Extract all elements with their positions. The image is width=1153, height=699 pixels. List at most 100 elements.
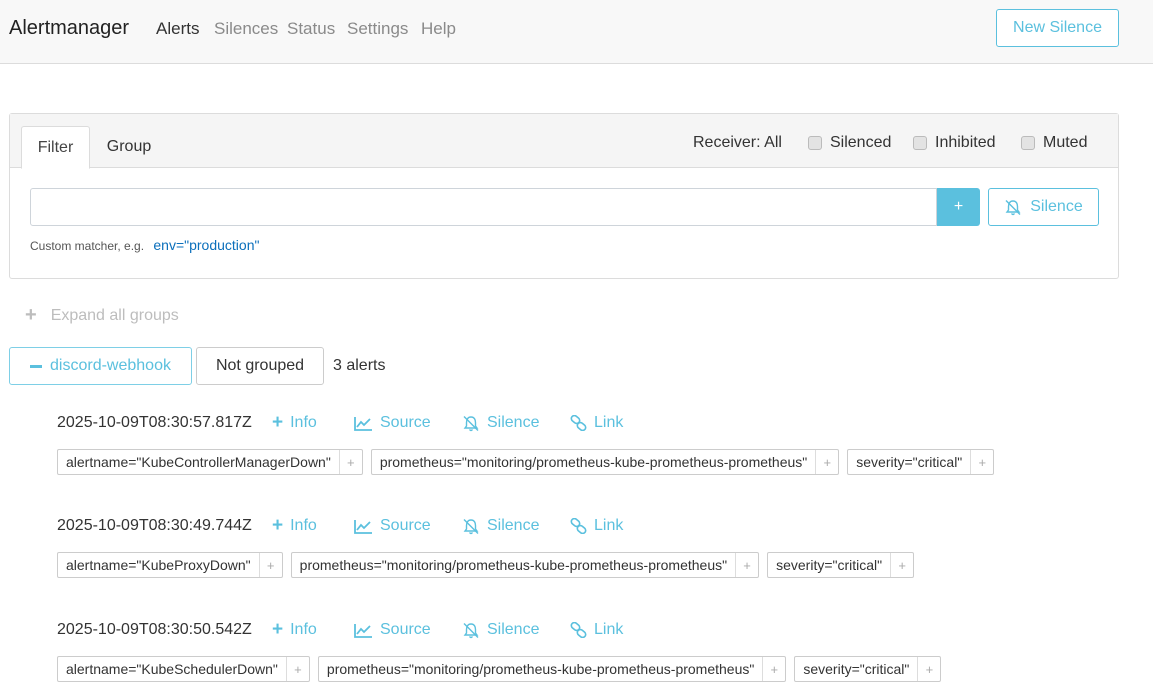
label-list: alertname="KubeProxyDown" + prometheus="m… — [57, 552, 922, 578]
alert-item: 2025-10-09T08:30:50.542Z + Info Source S… — [57, 616, 1057, 696]
silenced-checkbox[interactable]: Silenced — [808, 134, 891, 152]
brand[interactable]: Alertmanager — [9, 17, 129, 40]
link-label: Link — [594, 414, 624, 431]
info-button[interactable]: + Info — [272, 516, 317, 535]
label-add-button[interactable]: + — [917, 657, 940, 681]
link-label: Link — [594, 621, 624, 638]
plus-icon: + — [25, 304, 37, 326]
source-label: Source — [380, 414, 431, 431]
silence-filter-label: Silence — [1030, 198, 1083, 215]
new-silence-button[interactable]: New Silence — [996, 9, 1119, 47]
label-alertname: alertname="KubeProxyDown" + — [57, 552, 283, 578]
label-add-button[interactable]: + — [970, 450, 993, 474]
label-severity: severity="critical" + — [794, 656, 942, 682]
bell-slash-icon — [463, 622, 479, 638]
expand-all-label: Expand all groups — [50, 306, 179, 324]
label-add-button[interactable]: + — [890, 553, 913, 577]
inhibited-checkbox-box[interactable] — [913, 136, 927, 150]
group-toggle-discord-webhook[interactable]: discord-webhook — [9, 347, 192, 385]
link-button[interactable]: Link — [570, 414, 623, 432]
label-text[interactable]: prometheus="monitoring/prometheus-kube-p… — [319, 657, 762, 681]
matcher-hint: Custom matcher, e.g. env="production" — [30, 237, 259, 253]
nav-help[interactable]: Help — [421, 19, 456, 39]
silenced-checkbox-box[interactable] — [808, 136, 822, 150]
silence-label: Silence — [487, 517, 540, 534]
alert-count: 3 alerts — [333, 357, 386, 374]
silenced-label: Silenced — [830, 134, 892, 151]
silence-button[interactable]: Silence — [462, 414, 539, 432]
source-button[interactable]: Source — [354, 621, 431, 639]
bell-slash-icon — [463, 518, 479, 534]
label-add-button[interactable]: + — [338, 450, 362, 474]
silence-button[interactable]: Silence — [462, 621, 539, 639]
bell-slash-icon — [463, 415, 479, 431]
link-icon — [570, 518, 587, 534]
filter-card-header: Filter Group Receiver: All Silenced Inhi… — [10, 114, 1118, 169]
label-text[interactable]: alertname="KubeControllerManagerDown" — [58, 450, 339, 474]
source-button[interactable]: Source — [354, 414, 431, 432]
label-prometheus: prometheus="monitoring/prometheus-kube-p… — [317, 656, 787, 682]
tab-filter[interactable]: Filter — [21, 126, 90, 169]
silence-button[interactable]: Silence — [462, 517, 539, 535]
info-button[interactable]: + Info — [272, 619, 317, 640]
source-label: Source — [380, 517, 431, 534]
tab-group[interactable]: Group — [98, 126, 160, 168]
silence-label: Silence — [487, 414, 540, 431]
muted-checkbox[interactable]: Muted — [1021, 134, 1087, 152]
minus-icon — [30, 364, 43, 368]
label-alertname: alertname="KubeControllerManagerDown" + — [57, 449, 363, 475]
navbar: Alertmanager Alerts Silences Status Sett… — [0, 0, 1153, 64]
receiver-select[interactable]: Receiver: All — [693, 134, 782, 152]
expand-all-groups[interactable]: + Expand all groups — [25, 304, 179, 327]
label-prometheus: prometheus="monitoring/prometheus-kube-p… — [290, 552, 760, 578]
not-grouped-button[interactable]: Not grouped — [196, 347, 324, 385]
label-add-button[interactable]: + — [258, 553, 282, 577]
muted-checkbox-box[interactable] — [1021, 136, 1035, 150]
plus-icon: + — [272, 412, 284, 433]
link-icon — [570, 415, 587, 431]
link-label: Link — [594, 517, 624, 534]
label-add-button[interactable]: + — [815, 450, 838, 474]
label-alertname: alertname="KubeSchedulerDown" + — [57, 656, 310, 682]
alert-item: 2025-10-09T08:30:49.744Z + Info Source S… — [57, 512, 1057, 592]
info-button[interactable]: + Info — [272, 412, 317, 433]
label-text[interactable]: severity="critical" — [795, 657, 917, 681]
matcher-hint-example[interactable]: env="production" — [153, 237, 259, 253]
muted-label: Muted — [1043, 134, 1088, 151]
alert-timestamp: 2025-10-09T08:30:50.542Z — [57, 621, 252, 638]
link-button[interactable]: Link — [570, 621, 623, 639]
label-severity: severity="critical" + — [767, 552, 915, 578]
label-text[interactable]: severity="critical" — [848, 450, 970, 474]
plus-icon: + — [272, 619, 284, 640]
alert-timestamp: 2025-10-09T08:30:49.744Z — [57, 517, 252, 534]
link-icon — [570, 622, 587, 638]
nav-alerts[interactable]: Alerts — [156, 19, 199, 39]
label-add-button[interactable]: + — [762, 657, 785, 681]
label-text[interactable]: alertname="KubeSchedulerDown" — [58, 657, 286, 681]
nav-settings[interactable]: Settings — [347, 19, 408, 39]
chart-line-icon — [354, 519, 372, 534]
add-matcher-button[interactable]: + — [937, 188, 980, 226]
source-button[interactable]: Source — [354, 517, 431, 535]
nav-silences[interactable]: Silences — [214, 19, 278, 39]
nav-status[interactable]: Status — [287, 19, 335, 39]
label-add-button[interactable]: + — [285, 657, 309, 681]
label-text[interactable]: alertname="KubeProxyDown" — [58, 553, 259, 577]
inhibited-checkbox[interactable]: Inhibited — [913, 134, 996, 152]
group-name: discord-webhook — [50, 357, 171, 374]
alert-timestamp: 2025-10-09T08:30:57.817Z — [57, 414, 252, 431]
source-label: Source — [380, 621, 431, 638]
link-button[interactable]: Link — [570, 517, 623, 535]
bell-slash-icon — [1005, 199, 1021, 215]
filter-input[interactable] — [30, 188, 937, 226]
info-label: Info — [290, 414, 317, 431]
info-label: Info — [290, 621, 317, 638]
label-add-button[interactable]: + — [735, 553, 758, 577]
silence-filter-button[interactable]: Silence — [988, 188, 1099, 226]
label-list: alertname="KubeSchedulerDown" + prometheu… — [57, 656, 949, 682]
label-text[interactable]: prometheus="monitoring/prometheus-kube-p… — [292, 553, 735, 577]
label-text[interactable]: severity="critical" — [768, 553, 890, 577]
chart-line-icon — [354, 623, 372, 638]
filter-card: Filter Group Receiver: All Silenced Inhi… — [9, 113, 1119, 279]
label-text[interactable]: prometheus="monitoring/prometheus-kube-p… — [372, 450, 815, 474]
